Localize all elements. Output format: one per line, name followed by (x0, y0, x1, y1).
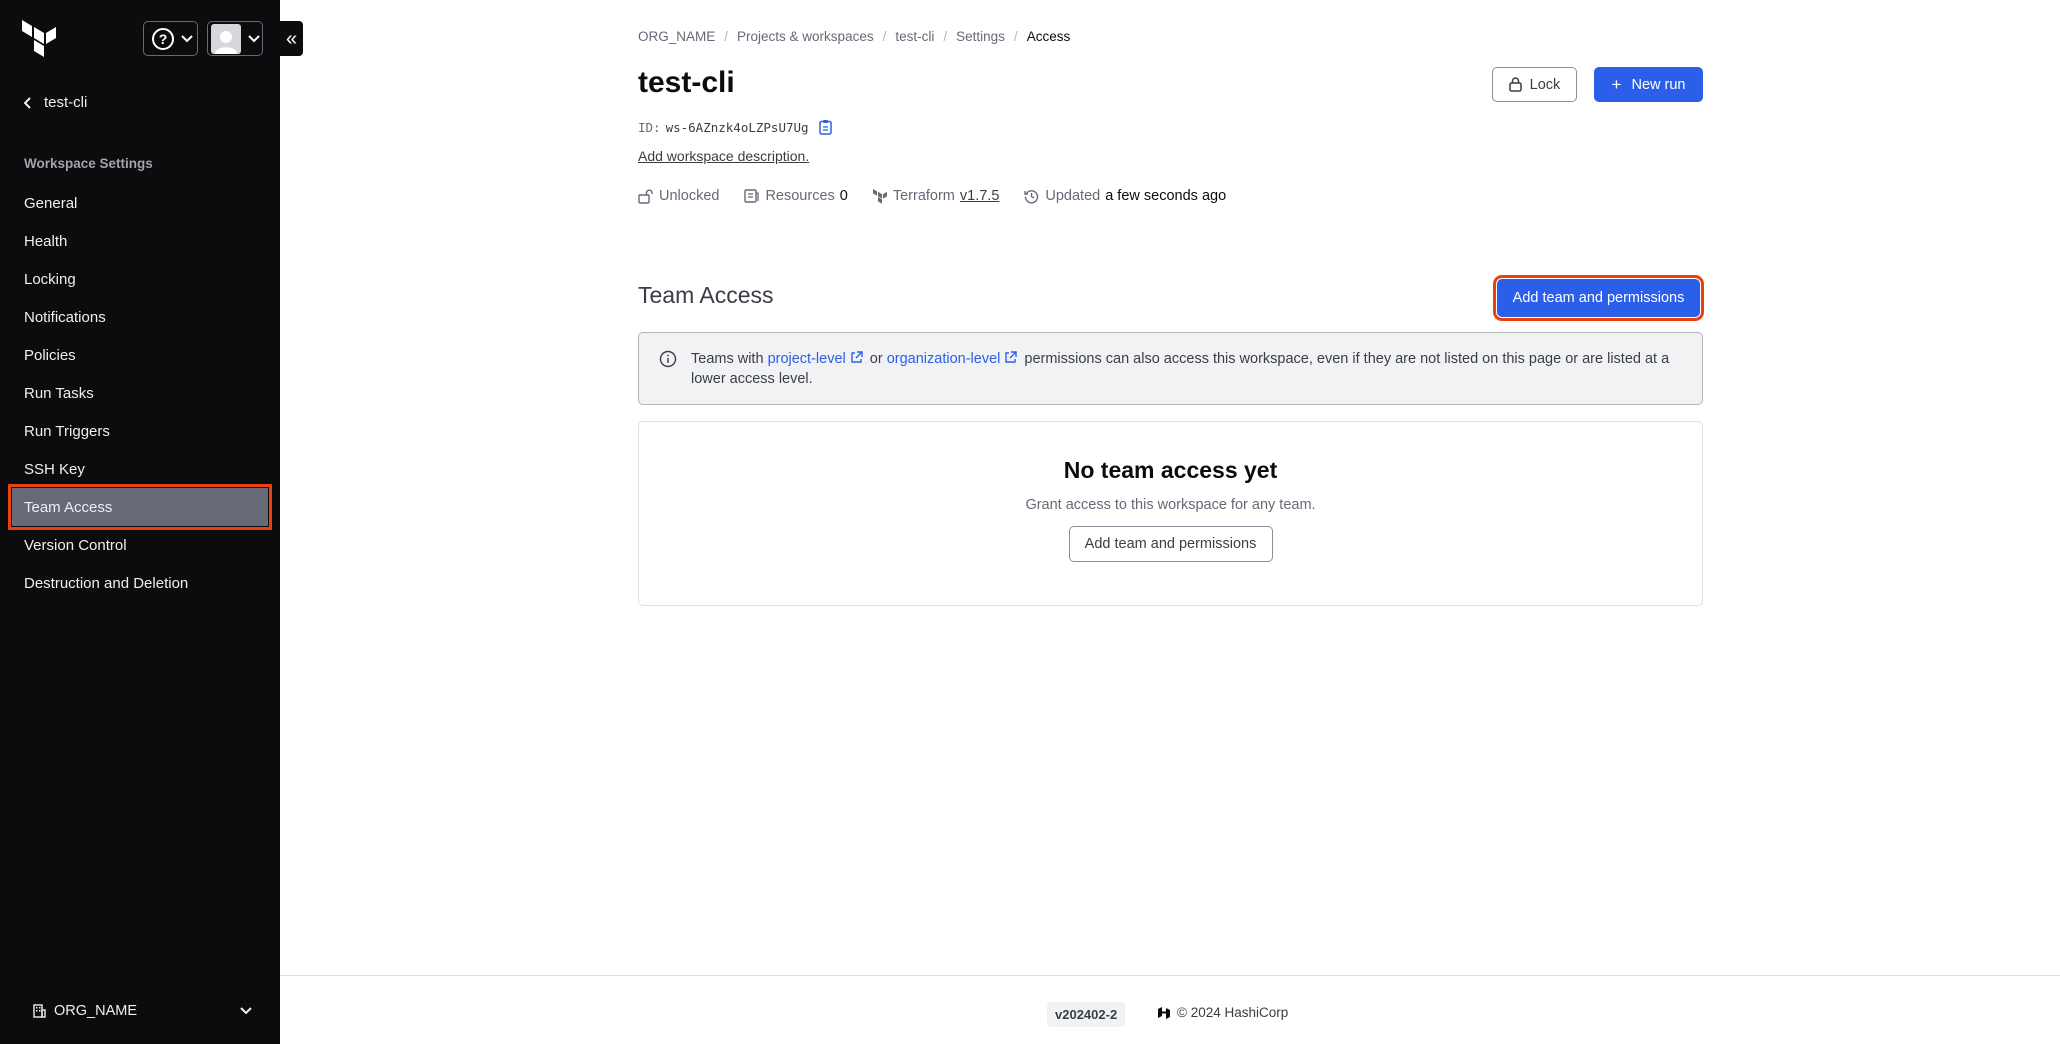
add-team-and-permissions-button[interactable]: Add team and permissions (1493, 275, 1704, 321)
main-content: ORG_NAME / Projects & workspaces / test-… (280, 0, 2060, 1044)
sidebar-item-destruction-and-deletion[interactable]: Destruction and Deletion (12, 564, 268, 602)
terraform-version-link[interactable]: v1.7.5 (960, 188, 1000, 204)
empty-state-card: No team access yet Grant access to this … (638, 421, 1703, 606)
workspace-id-value: ws-6AZnzk4oLZPsU7Ug (665, 119, 809, 135)
info-text: Teams with project-level or organization… (691, 351, 1670, 387)
breadcrumb-current: Access (1026, 29, 1071, 44)
breadcrumb-separator: / (1013, 29, 1018, 44)
footer: v202402-2 © 2024 HashiCorp (280, 975, 2060, 1044)
external-link-icon (1005, 351, 1018, 363)
history-icon (1024, 189, 1039, 204)
new-run-button[interactable]: + New run (1594, 67, 1703, 102)
hashicorp-logo-icon (1158, 1006, 1170, 1019)
version-badge: v202402-2 (1047, 1002, 1126, 1027)
copyright: © 2024 HashiCorp (1157, 1005, 1288, 1020)
breadcrumb-separator: / (943, 29, 948, 44)
resources-label: Resources (765, 188, 835, 204)
organization-level-link[interactable]: organization-level (887, 351, 1001, 367)
sidebar-item-general[interactable]: General (12, 184, 268, 222)
resources-count: Resources 0 (744, 188, 848, 204)
breadcrumb-projects[interactable]: Projects & workspaces (737, 29, 874, 44)
empty-state-title: No team access yet (1063, 457, 1278, 483)
copyright-text: © 2024 HashiCorp (1177, 1005, 1289, 1020)
breadcrumb-separator: / (882, 29, 887, 44)
sidebar-item-ssh-key[interactable]: SSH Key (12, 450, 268, 488)
sidebar-item-health[interactable]: Health (12, 222, 268, 260)
breadcrumb-workspace[interactable]: test-cli (895, 29, 934, 44)
empty-state-add-team-button[interactable]: Add team and permissions (1068, 526, 1273, 562)
project-level-link[interactable]: project-level (768, 351, 846, 367)
breadcrumb-settings[interactable]: Settings (956, 29, 1005, 44)
resources-value: 0 (839, 188, 848, 204)
updated-label: Updated (1045, 188, 1101, 204)
sidebar-item-notifications[interactable]: Notifications (12, 298, 268, 336)
chevron-down-icon (240, 1007, 252, 1015)
sidebar-item-run-triggers[interactable]: Run Triggers (12, 412, 268, 450)
breadcrumb-separator: / (724, 29, 729, 44)
terraform-logo[interactable] (22, 20, 58, 60)
building-icon (33, 1004, 46, 1018)
info-alert: Teams with project-level or organization… (638, 332, 1703, 405)
help-icon: ? (152, 27, 174, 50)
workspace-id: ID: ws-6AZnzk4oLZPsU7Ug (638, 119, 833, 135)
new-run-label: New run (1631, 76, 1686, 93)
lock-icon (1508, 77, 1522, 92)
resources-icon (744, 189, 760, 203)
workspace-id-label: ID: (638, 119, 661, 135)
external-link-icon (851, 351, 863, 363)
back-to-workspace-link[interactable]: test-cli (24, 94, 87, 111)
sidebar-section-heading: Workspace Settings (24, 156, 153, 171)
sidebar-item-locking[interactable]: Locking (12, 260, 268, 298)
lock-button-label: Lock (1529, 76, 1561, 93)
section-title: Team Access (638, 282, 774, 308)
terraform-label: Terraform (892, 188, 955, 204)
lock-status: Unlocked (638, 188, 719, 204)
breadcrumb: ORG_NAME / Projects & workspaces / test-… (638, 29, 1070, 44)
lock-status-label: Unlocked (659, 188, 720, 204)
organization-name: ORG_NAME (54, 1003, 137, 1019)
sidebar-nav: General Health Locking Notifications Pol… (8, 184, 272, 602)
add-description-link[interactable]: Add workspace description. (638, 148, 809, 164)
workspace-metadata: Unlocked Resources 0 Terraform v1.7.5 Up… (638, 188, 1251, 204)
user-menu-button[interactable] (207, 21, 263, 56)
updated-value: a few seconds ago (1105, 188, 1227, 204)
last-updated: Updated a few seconds ago (1024, 188, 1226, 204)
organization-switcher[interactable]: ORG_NAME (32, 1003, 252, 1019)
sidebar: ? test-cli Workspace Settings General He… (0, 0, 280, 1044)
avatar (211, 23, 241, 54)
sidebar-item-policies[interactable]: Policies (12, 336, 268, 374)
page-title: test-cli (638, 66, 735, 99)
clipboard-copy-icon[interactable] (818, 119, 833, 135)
back-link-label: test-cli (44, 94, 88, 111)
plus-icon: + (1611, 74, 1622, 94)
sidebar-item-run-tasks[interactable]: Run Tasks (12, 374, 268, 412)
empty-state-subtitle: Grant access to this workspace for any t… (1025, 497, 1316, 513)
lock-button[interactable]: Lock (1492, 67, 1577, 102)
terraform-icon (872, 188, 887, 204)
unlock-icon (638, 189, 653, 204)
chevron-down-icon (181, 34, 193, 42)
chevron-left-icon (24, 96, 31, 109)
info-icon (659, 350, 677, 368)
breadcrumb-org[interactable]: ORG_NAME (638, 29, 715, 44)
terraform-version: Terraform v1.7.5 (872, 188, 1000, 204)
sidebar-item-version-control[interactable]: Version Control (12, 526, 268, 564)
sidebar-item-team-access[interactable]: Team Access (8, 484, 272, 530)
help-menu-button[interactable]: ? (143, 21, 198, 56)
chevron-down-icon (248, 34, 260, 42)
